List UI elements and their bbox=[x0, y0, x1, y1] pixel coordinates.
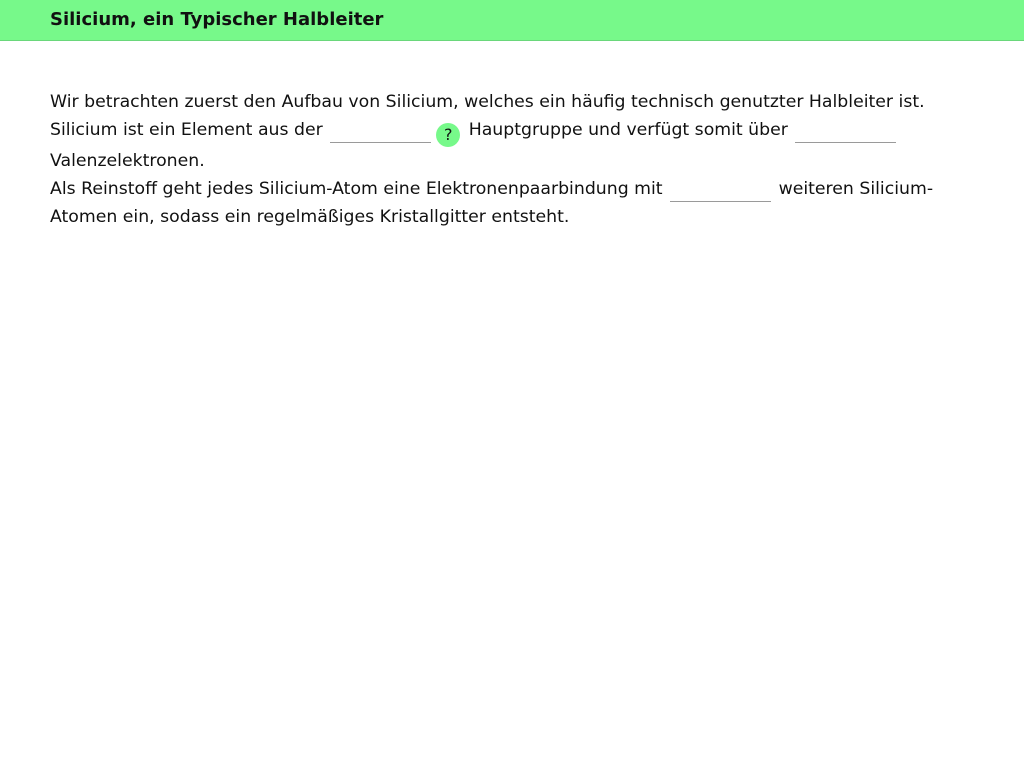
sentence-text: Valenzelektronen. bbox=[50, 151, 205, 171]
sentence-text: Silicium ist ein Element aus der bbox=[50, 120, 323, 140]
sentence-main-group: Silicium ist ein Element aus der ? Haupt… bbox=[50, 116, 970, 175]
sentence-text: Als Reinstoff geht jedes Silicium-Atom e… bbox=[50, 179, 663, 199]
page-title: Silicium, ein Typischer Halbleiter bbox=[50, 9, 384, 30]
bond-partners-blank-input[interactable] bbox=[670, 182, 772, 202]
header-bar: Silicium, ein Typischer Halbleiter bbox=[0, 0, 1024, 41]
valence-electrons-blank-input[interactable] bbox=[795, 123, 897, 143]
sentence-bonding: Als Reinstoff geht jedes Silicium-Atom e… bbox=[50, 175, 970, 231]
exercise-text: Wir betrachten zuerst den Aufbau von Sil… bbox=[50, 88, 970, 231]
main-group-blank-input[interactable] bbox=[330, 123, 432, 143]
sentence-text: Hauptgruppe und verfügt somit über bbox=[468, 120, 788, 140]
question-mark-icon[interactable]: ? bbox=[436, 123, 461, 147]
intro-sentence: Wir betrachten zuerst den Aufbau von Sil… bbox=[50, 92, 925, 112]
